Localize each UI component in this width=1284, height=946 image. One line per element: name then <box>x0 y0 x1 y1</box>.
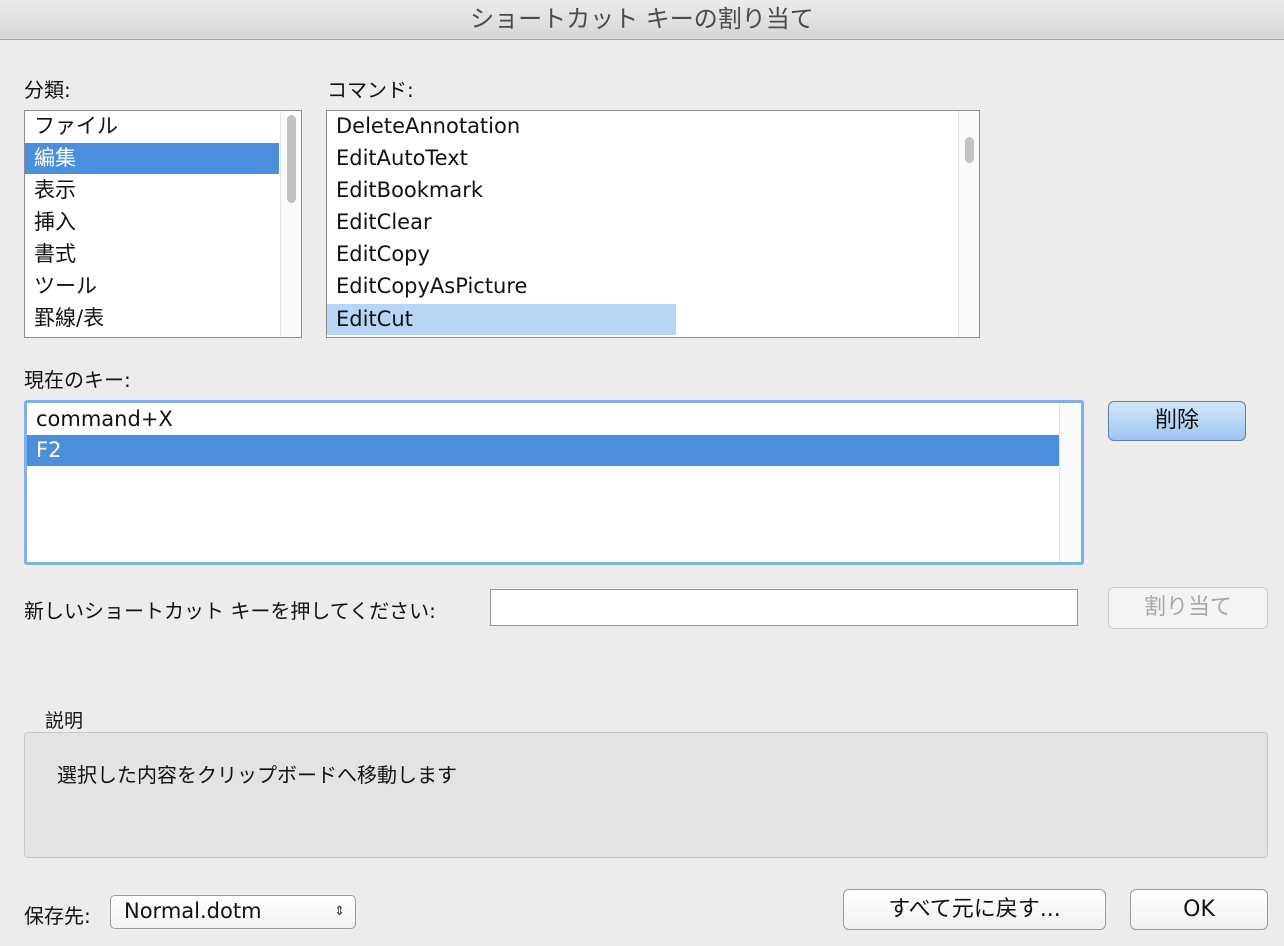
description-text: 選択した内容をクリップボードへ移動します <box>57 763 457 787</box>
remove-button[interactable]: 削除 <box>1108 401 1246 441</box>
categories-list[interactable]: ファイル 編集 表示 挿入 書式 ツール 罫線/表 <box>24 110 302 338</box>
current-key-item-selected[interactable]: F2 <box>27 435 1060 466</box>
current-keys-scrollbar[interactable] <box>1059 403 1081 562</box>
categories-scrollbar[interactable] <box>280 111 301 337</box>
command-item[interactable]: EditCopyAsPicture <box>327 271 957 302</box>
category-item[interactable]: 書式 <box>25 239 279 270</box>
current-keys-list[interactable]: command+X F2 <box>24 400 1084 565</box>
categories-scroll-thumb[interactable] <box>287 115 296 203</box>
commands-label: コマンド: <box>327 78 414 102</box>
description-label: 説明 <box>45 710 84 732</box>
new-shortcut-label: 新しいショートカット キーを押してください: <box>24 599 436 623</box>
reset-all-button[interactable]: すべて元に戻す... <box>843 889 1106 930</box>
category-item[interactable]: 挿入 <box>25 207 279 238</box>
category-item-selected[interactable]: 編集 <box>25 143 279 174</box>
assign-button[interactable]: 割り当て <box>1108 587 1268 629</box>
save-in-label: 保存先: <box>24 904 91 928</box>
command-item[interactable]: EditCopy <box>327 239 957 270</box>
category-item[interactable]: 表示 <box>25 175 279 206</box>
current-key-item[interactable]: command+X <box>27 404 1060 435</box>
commands-scrollbar[interactable] <box>958 111 979 337</box>
commands-scroll-thumb[interactable] <box>965 137 974 163</box>
save-in-value: Normal.dotm <box>124 899 262 923</box>
ok-button[interactable]: OK <box>1130 889 1268 930</box>
category-item[interactable]: ファイル <box>25 111 279 142</box>
commands-list[interactable]: DeleteAnnotation EditAutoText EditBookma… <box>326 110 980 338</box>
description-box: 選択した内容をクリップボードへ移動します <box>24 732 1268 858</box>
save-in-popup[interactable]: Normal.dotm ⇕ <box>110 895 356 929</box>
current-keys-label: 現在のキー: <box>24 368 131 392</box>
command-item[interactable]: EditBookmark <box>327 175 957 206</box>
new-shortcut-input[interactable] <box>490 589 1078 626</box>
category-item[interactable]: 罫線/表 <box>25 303 279 334</box>
category-item[interactable]: ツール <box>25 271 279 302</box>
command-item[interactable]: DeleteAnnotation <box>327 111 957 142</box>
command-item[interactable]: EditClear <box>327 207 957 238</box>
command-item-selected[interactable]: EditCut <box>327 304 676 335</box>
categories-label: 分類: <box>24 78 71 102</box>
command-item[interactable]: EditAutoText <box>327 143 957 174</box>
window-title: ショートカット キーの割り当て <box>0 0 1284 40</box>
up-down-arrows-icon: ⇕ <box>334 904 345 919</box>
